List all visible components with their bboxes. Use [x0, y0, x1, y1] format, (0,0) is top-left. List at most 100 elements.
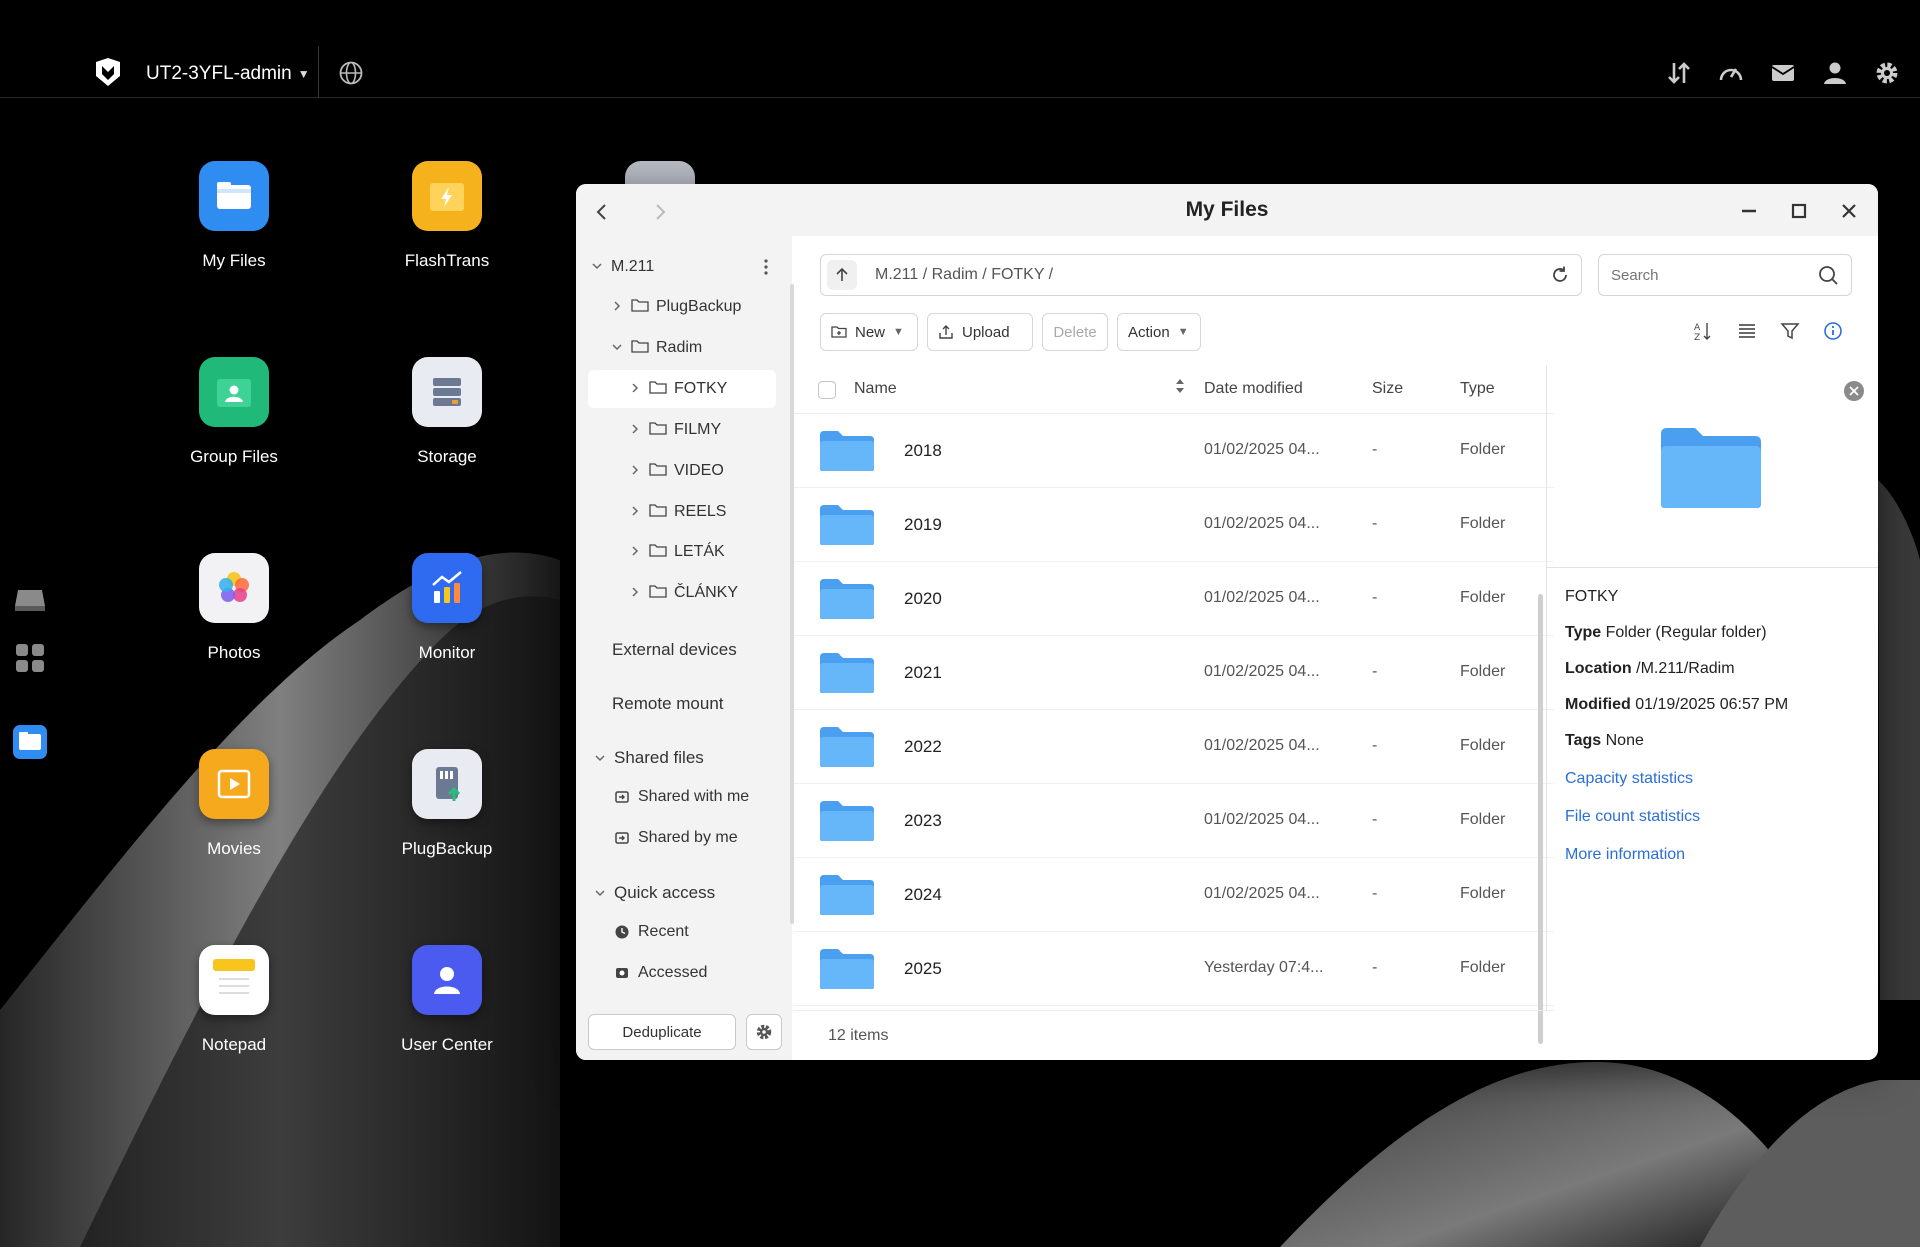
transfer-icon[interactable]	[1664, 58, 1694, 88]
upload-icon	[939, 325, 953, 339]
tree-item-reels[interactable]: REELS	[628, 493, 726, 531]
recent[interactable]: Recent	[614, 923, 689, 941]
file-size: -	[1372, 811, 1378, 828]
column-type[interactable]: Type	[1460, 380, 1495, 398]
app-notepad[interactable]: Notepad	[144, 945, 324, 1055]
app-user-center[interactable]: User Center	[357, 945, 537, 1055]
column-name[interactable]: Name	[854, 380, 897, 398]
app-flashtrans[interactable]: FlashTrans	[357, 161, 537, 271]
search-input[interactable]	[1611, 266, 1817, 284]
speedometer-icon[interactable]	[1716, 58, 1746, 88]
upload-button[interactable]: Upload	[927, 313, 1033, 351]
my-files-dock-icon[interactable]	[12, 724, 48, 760]
tree-item-plugbackup[interactable]: PlugBackup	[610, 288, 741, 326]
tree-item-label: REELS	[674, 503, 727, 520]
tree-item-video[interactable]: VIDEO	[628, 452, 724, 490]
table-row[interactable]: 2022 01/02/2025 04... - Folder	[794, 710, 1554, 784]
flash-folder-icon	[412, 161, 482, 231]
tree-root[interactable]: M.211	[590, 248, 654, 286]
app-my-files[interactable]: My Files	[144, 161, 324, 271]
mail-icon[interactable]	[1768, 58, 1798, 88]
table-row[interactable]: 2020 01/02/2025 04... - Folder	[794, 562, 1554, 636]
filter-icon[interactable]	[1779, 320, 1803, 344]
action-button[interactable]: Action ▼	[1117, 313, 1201, 351]
column-date[interactable]: Date modified	[1204, 380, 1303, 398]
chevron-right-icon	[628, 505, 642, 520]
sort-arrows-icon[interactable]	[1174, 376, 1186, 401]
monitor-icon	[412, 553, 482, 623]
new-button[interactable]: New ▼	[820, 313, 918, 351]
accessed[interactable]: Accessed	[614, 964, 707, 982]
file-type: Folder	[1460, 515, 1506, 532]
file-type: Folder	[1460, 737, 1506, 754]
refresh-icon[interactable]	[1549, 264, 1571, 286]
up-arrow-icon[interactable]	[827, 260, 857, 290]
close-icon[interactable]	[1836, 198, 1862, 224]
details-type: Type Folder (Regular folder)	[1565, 624, 1767, 642]
tree-item-filmy[interactable]: FILMY	[628, 411, 721, 449]
file-list-scrollbar[interactable]	[1538, 594, 1543, 1044]
sort-icon[interactable]: AZ	[1692, 320, 1716, 344]
shared-files-header[interactable]: Shared files	[594, 748, 704, 768]
app-storage[interactable]: Storage	[357, 357, 537, 467]
external-devices[interactable]: External devices	[612, 640, 737, 660]
file-date: 01/02/2025 04...	[1204, 737, 1320, 754]
breadcrumb[interactable]: M.211 / Radim / FOTKY /	[875, 266, 1549, 284]
account-switcher[interactable]: UT2-3YFL-admin ▼	[146, 60, 310, 88]
recent-label: Recent	[638, 923, 689, 940]
file-count-statistics-link[interactable]: File count statistics	[1565, 808, 1700, 826]
account-name: UT2-3YFL-admin	[146, 63, 292, 84]
app-photos[interactable]: Photos	[144, 553, 324, 663]
search-icon[interactable]	[1817, 264, 1839, 286]
topbar-divider	[318, 46, 319, 98]
close-details-icon[interactable]	[1843, 380, 1865, 402]
folder-icon	[820, 875, 874, 915]
tree-item-label: FILMY	[674, 421, 722, 438]
shared-by-me[interactable]: Shared by me	[614, 829, 738, 847]
info-icon[interactable]	[1822, 320, 1846, 344]
file-type: Folder	[1460, 885, 1506, 902]
details-location-label: Location	[1565, 660, 1632, 677]
chevron-down-icon: ▼	[297, 67, 310, 81]
deduplicate-button[interactable]: Deduplicate	[588, 1014, 736, 1050]
more-vertical-icon[interactable]	[756, 254, 776, 280]
capacity-statistics-link[interactable]: Capacity statistics	[1565, 770, 1693, 788]
app-movies[interactable]: Movies	[144, 749, 324, 859]
drive-icon[interactable]	[12, 582, 48, 618]
tree-item-fotky[interactable]: FOTKY	[588, 370, 776, 408]
more-information-link[interactable]: More information	[1565, 846, 1685, 864]
table-row[interactable]: 2024 01/02/2025 04... - Folder	[794, 858, 1554, 932]
apps-grid-icon[interactable]	[12, 640, 48, 676]
minimize-icon[interactable]	[1736, 198, 1762, 224]
app-label: Photos	[207, 643, 261, 662]
delete-button[interactable]: Delete	[1042, 313, 1108, 351]
sidebar-settings-button[interactable]	[746, 1014, 782, 1050]
table-row[interactable]: 2019 01/02/2025 04... - Folder	[794, 488, 1554, 562]
app-group-files[interactable]: Group Files	[144, 357, 324, 467]
select-all-checkbox[interactable]	[818, 381, 836, 399]
app-monitor[interactable]: Monitor	[357, 553, 537, 663]
maximize-icon[interactable]	[1786, 198, 1812, 224]
tree-item-letak[interactable]: LETÁK	[628, 533, 725, 571]
shared-with-me[interactable]: Shared with me	[614, 788, 749, 806]
list-view-icon[interactable]	[1736, 320, 1760, 344]
globe-icon[interactable]	[338, 60, 364, 86]
new-label: New	[855, 323, 886, 341]
window-titlebar[interactable]: My Files	[576, 184, 1878, 236]
table-row[interactable]: 2025 Yesterday 07:4... - Folder	[794, 932, 1554, 1006]
column-size[interactable]: Size	[1372, 380, 1403, 398]
quick-access-header[interactable]: Quick access	[594, 883, 715, 903]
table-row[interactable]: 2021 01/02/2025 04... - Folder	[794, 636, 1554, 710]
chevron-down-icon	[590, 260, 604, 275]
remote-mount[interactable]: Remote mount	[612, 694, 724, 714]
upload-label: Upload	[962, 323, 1010, 341]
gear-icon[interactable]	[1872, 58, 1902, 88]
tree-item-radim[interactable]: Radim	[610, 329, 702, 367]
file-name: 2023	[904, 811, 942, 830]
table-row[interactable]: 2023 01/02/2025 04... - Folder	[794, 784, 1554, 858]
table-row[interactable]: 2018 01/02/2025 04... - Folder	[794, 414, 1554, 488]
app-label: FlashTrans	[404, 251, 490, 270]
user-icon[interactable]	[1820, 58, 1850, 88]
app-plugbackup[interactable]: PlugBackup	[357, 749, 537, 859]
tree-item-clanky[interactable]: ČLÁNKY	[628, 574, 738, 612]
